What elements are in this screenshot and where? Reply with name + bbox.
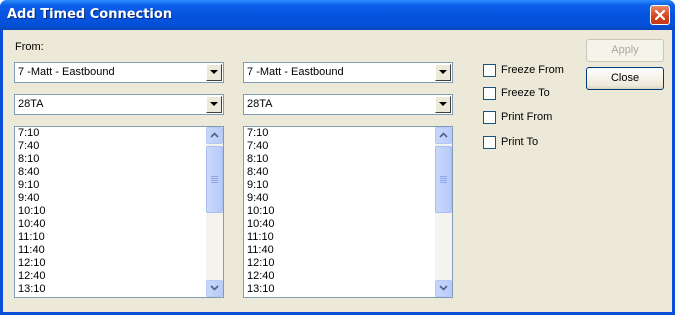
- print-from-label[interactable]: Print From: [501, 111, 552, 123]
- list-item[interactable]: 9:10: [18, 179, 46, 192]
- list-item[interactable]: 7:40: [247, 140, 275, 153]
- scroll-down-button[interactable]: [435, 280, 452, 297]
- scroll-thumb[interactable]: [435, 146, 452, 213]
- scroll-thumb[interactable]: [206, 146, 223, 213]
- list-item[interactable]: 10:10: [18, 205, 46, 218]
- list-item[interactable]: 7:40: [18, 140, 46, 153]
- list-item[interactable]: 10:40: [247, 218, 275, 231]
- chevron-down-icon: [210, 285, 219, 291]
- to-stop-dropdown-button[interactable]: [435, 96, 451, 113]
- list-item[interactable]: 9:10: [247, 179, 275, 192]
- from-route-value: 7 -Matt - Eastbound: [18, 66, 115, 78]
- close-button[interactable]: Close: [586, 67, 664, 90]
- to-stop-dropdown[interactable]: 28TA: [243, 94, 453, 115]
- chevron-down-icon: [210, 70, 218, 74]
- list-item[interactable]: 12:40: [247, 270, 275, 283]
- list-item[interactable]: 8:10: [18, 153, 46, 166]
- from-times-items: 7:10 7:40 8:10 8:40 9:10 9:40 10:10 10:40 11:10 1…: [18, 127, 46, 296]
- to-stop-value: 28TA: [247, 98, 273, 110]
- list-item[interactable]: 13:10: [247, 283, 275, 296]
- list-item[interactable]: 7:10: [18, 127, 46, 140]
- to-times-items: 7:10 7:40 8:10 8:40 9:10 9:40 10:10 10:40 11:10 1…: [247, 127, 275, 296]
- print-to-label[interactable]: Print To: [501, 136, 538, 148]
- freeze-from-checkbox[interactable]: [483, 64, 496, 77]
- list-item[interactable]: 12:10: [247, 257, 275, 270]
- window-title: Add Timed Connection: [7, 7, 173, 22]
- chevron-down-icon: [439, 70, 447, 74]
- list-item[interactable]: 8:10: [247, 153, 275, 166]
- from-stop-dropdown-button[interactable]: [206, 96, 222, 113]
- from-times-scrollbar[interactable]: [206, 127, 223, 297]
- list-item[interactable]: 7:10: [247, 127, 275, 140]
- freeze-to-label[interactable]: Freeze To: [501, 87, 550, 99]
- list-item[interactable]: 10:40: [18, 218, 46, 231]
- list-item[interactable]: 13:10: [18, 283, 46, 296]
- to-route-value: 7 -Matt - Eastbound: [247, 66, 344, 78]
- to-route-dropdown-button[interactable]: [435, 64, 451, 81]
- from-times-list[interactable]: 7:10 7:40 8:10 8:40 9:10 9:40 10:10 10:40 11:10 1…: [14, 126, 224, 298]
- dialog-client-area: From: 7 -Matt - Eastbound 28TA 7:10 7:40 8…: [3, 30, 672, 312]
- print-from-checkbox[interactable]: [483, 111, 496, 124]
- from-label: From:: [15, 41, 44, 53]
- scroll-up-button[interactable]: [206, 127, 223, 144]
- list-item[interactable]: 10:10: [247, 205, 275, 218]
- chevron-up-icon: [210, 132, 219, 138]
- list-item[interactable]: 12:40: [18, 270, 46, 283]
- list-item[interactable]: 11:40: [247, 244, 275, 257]
- list-item[interactable]: 9:40: [18, 192, 46, 205]
- close-icon: [654, 9, 666, 21]
- chevron-down-icon: [210, 102, 218, 106]
- freeze-from-label[interactable]: Freeze From: [501, 64, 564, 76]
- chevron-down-icon: [439, 102, 447, 106]
- to-route-dropdown[interactable]: 7 -Matt - Eastbound: [243, 62, 453, 83]
- print-to-checkbox[interactable]: [483, 136, 496, 149]
- freeze-to-checkbox[interactable]: [483, 87, 496, 100]
- close-window-button[interactable]: [650, 5, 670, 25]
- list-item[interactable]: 8:40: [247, 166, 275, 179]
- list-item[interactable]: 11:10: [247, 231, 275, 244]
- scroll-up-button[interactable]: [435, 127, 452, 144]
- to-times-scrollbar[interactable]: [435, 127, 452, 297]
- title-bar[interactable]: Add Timed Connection: [0, 0, 675, 30]
- list-item[interactable]: 11:40: [18, 244, 46, 257]
- apply-button[interactable]: Apply: [586, 39, 664, 62]
- scroll-down-button[interactable]: [206, 280, 223, 297]
- list-item[interactable]: 12:10: [18, 257, 46, 270]
- from-stop-value: 28TA: [18, 98, 44, 110]
- from-route-dropdown-button[interactable]: [206, 64, 222, 81]
- dialog-window: Add Timed Connection From: 7 -Matt - Eas…: [0, 0, 675, 315]
- list-item[interactable]: 11:10: [18, 231, 46, 244]
- list-item[interactable]: 8:40: [18, 166, 46, 179]
- from-stop-dropdown[interactable]: 28TA: [14, 94, 224, 115]
- list-item[interactable]: 9:40: [247, 192, 275, 205]
- to-times-list[interactable]: 7:10 7:40 8:10 8:40 9:10 9:40 10:10 10:40 11:10 1…: [243, 126, 453, 298]
- from-route-dropdown[interactable]: 7 -Matt - Eastbound: [14, 62, 224, 83]
- chevron-down-icon: [439, 285, 448, 291]
- chevron-up-icon: [439, 132, 448, 138]
